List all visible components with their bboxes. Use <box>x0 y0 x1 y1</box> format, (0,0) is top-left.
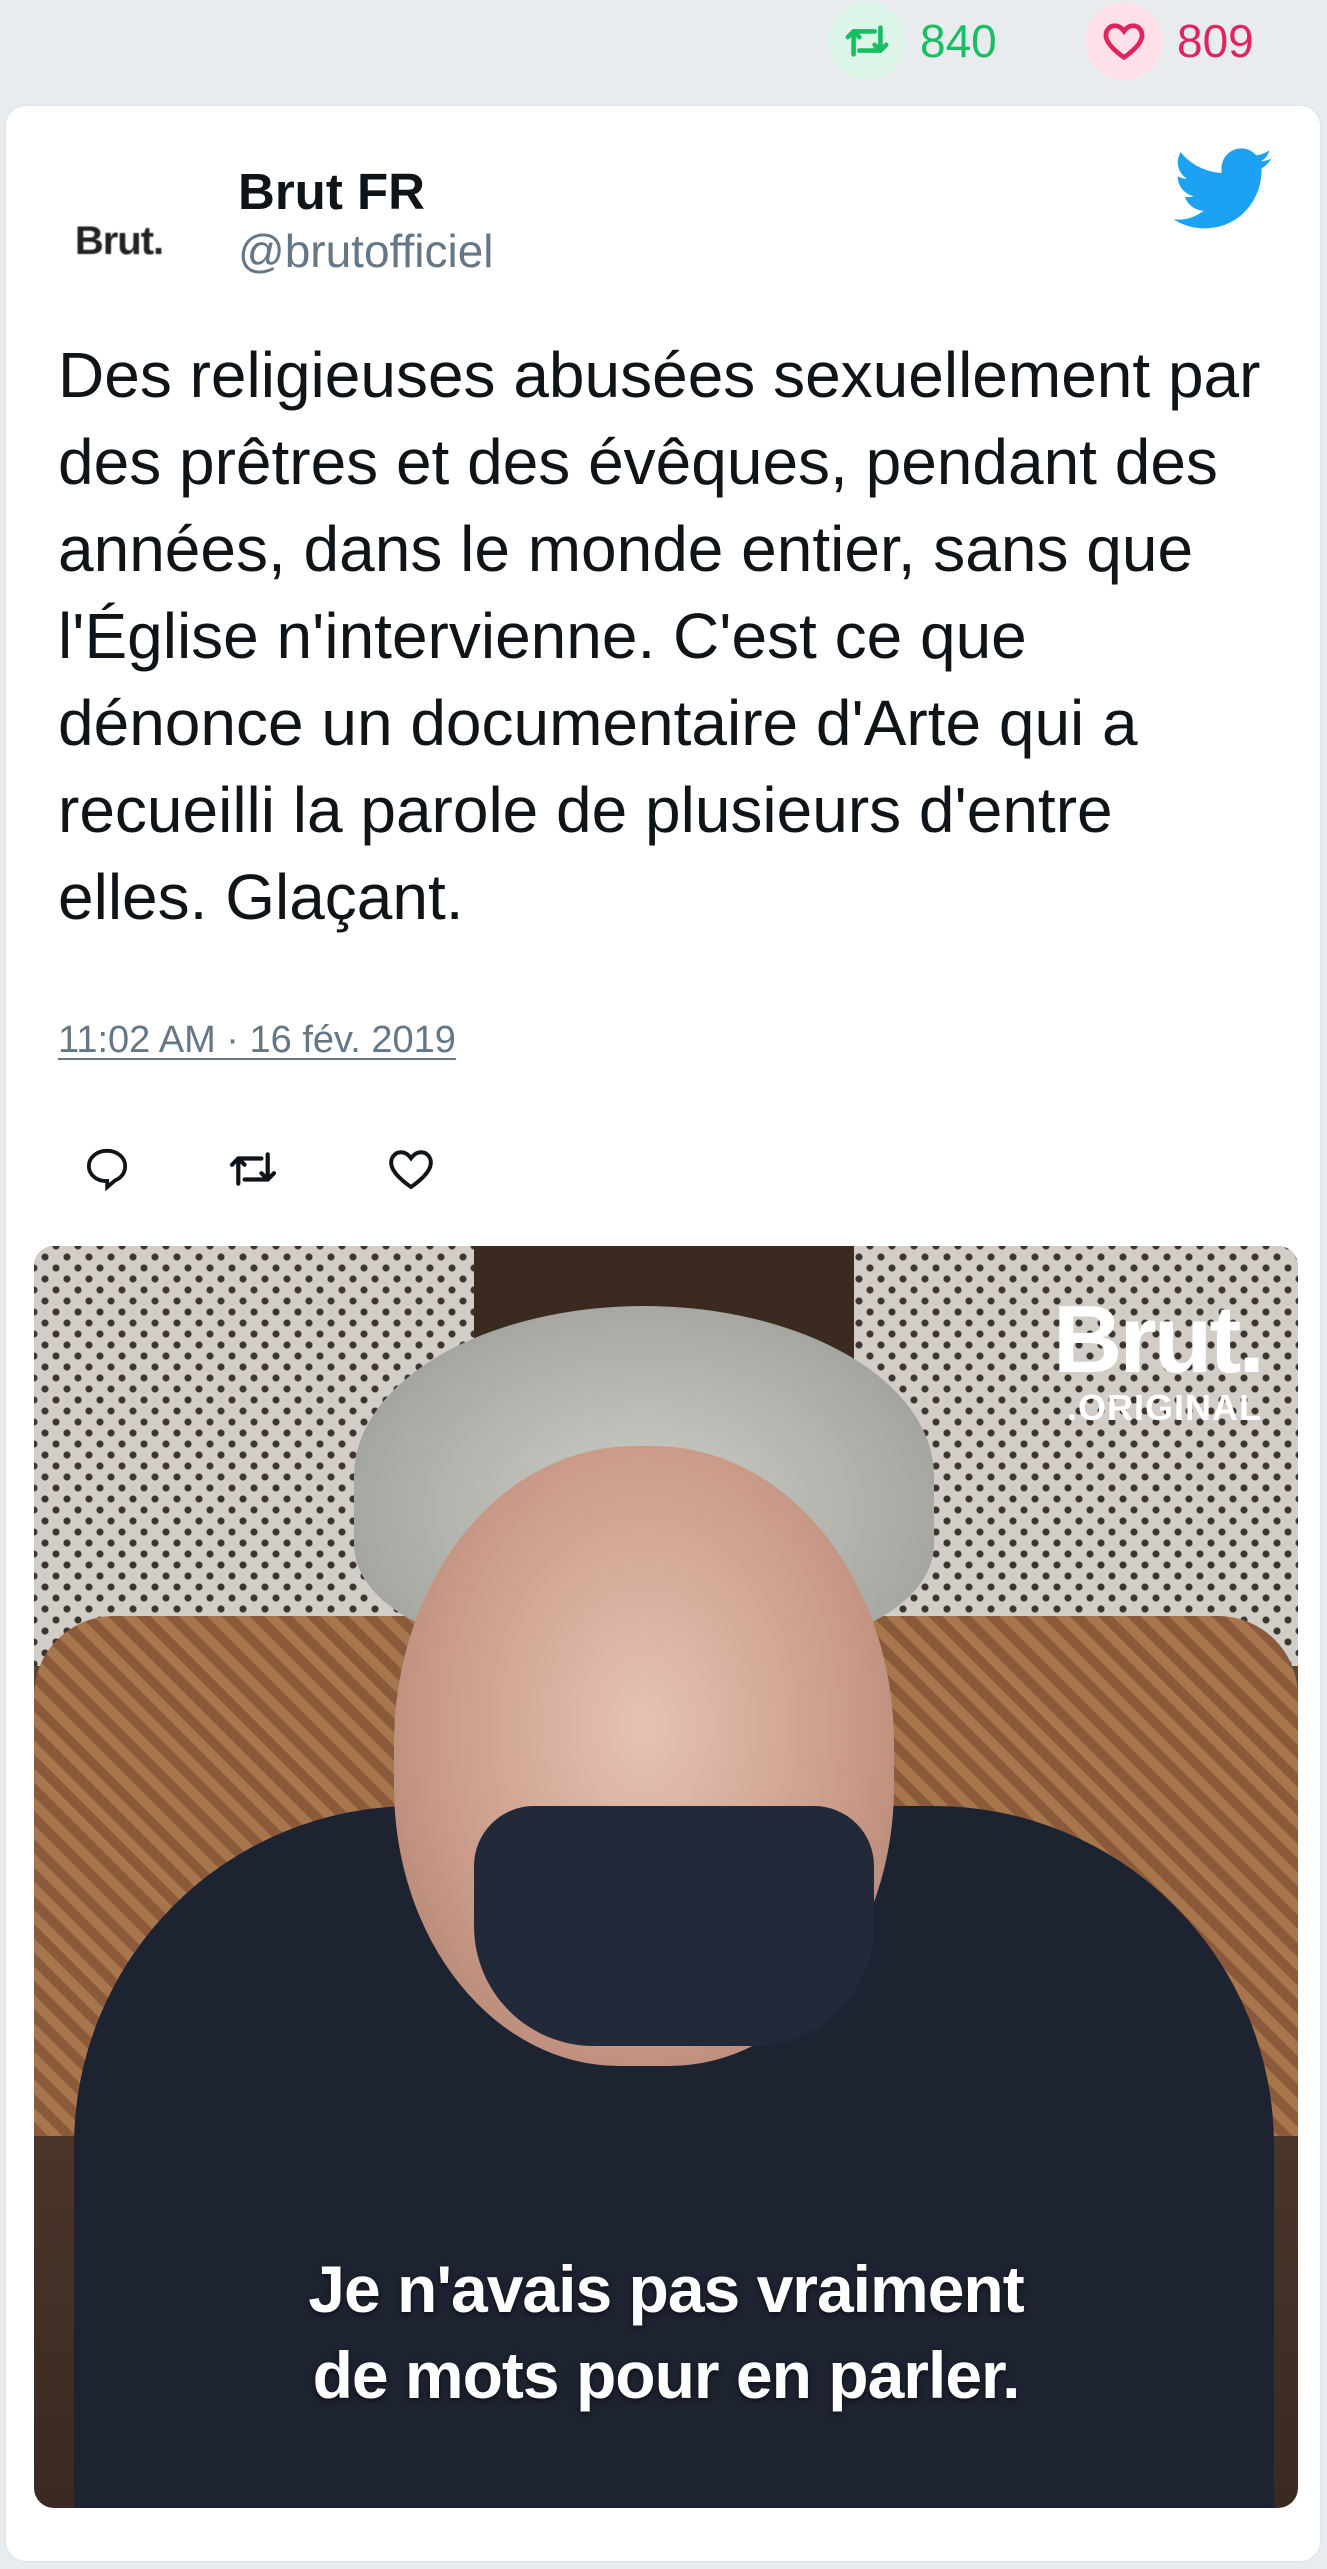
caption-line-2: de mots pour en parler. <box>312 2338 1021 2412</box>
caption-line-1: Je n'avais pas vraiment <box>308 2252 1024 2326</box>
like-stat[interactable]: 809 <box>1085 0 1254 82</box>
like-count: 809 <box>1177 15 1254 67</box>
tweet-actions <box>58 1134 558 1204</box>
heart-icon <box>389 1150 433 1190</box>
author-handle[interactable]: @brutofficiel <box>238 224 494 278</box>
logo-main: Brut. <box>1053 1286 1265 1393</box>
retweet-button[interactable] <box>218 1134 288 1204</box>
person-collar <box>474 1806 874 2046</box>
retweet-icon <box>229 1152 277 1186</box>
twitter-bird-icon[interactable] <box>1174 148 1274 232</box>
brut-original-logo: Brut. .ORIGINAL <box>1053 1286 1265 1428</box>
tweet-text: Des religieuses abusées sexuellement par… <box>58 339 1261 933</box>
logo-sub: .ORIGINAL <box>1067 1387 1262 1428</box>
retweet-stat[interactable]: 840 <box>828 0 997 82</box>
video-caption: Je n'avais pas vraiment de mots pour en … <box>34 2246 1298 2418</box>
avatar[interactable]: Brut. <box>54 176 184 306</box>
heart-icon <box>1085 2 1163 80</box>
reply-icon <box>86 1148 128 1191</box>
retweet-count: 840 <box>920 15 997 67</box>
reply-button[interactable] <box>72 1134 142 1204</box>
engagement-stats-bar: 840 809 <box>0 0 1327 82</box>
tweet-timestamp[interactable]: 11:02 AM · 16 fév. 2019 <box>58 1019 456 1062</box>
tweet-card[interactable]: Brut. Brut FR @brutofficiel Des religieu… <box>4 104 1322 2563</box>
video-thumbnail[interactable]: Brut. .ORIGINAL Je n'avais pas vraiment … <box>34 1246 1298 2508</box>
like-button[interactable] <box>376 1134 446 1204</box>
retweet-icon <box>828 2 906 80</box>
author-name[interactable]: Brut FR <box>238 162 425 221</box>
